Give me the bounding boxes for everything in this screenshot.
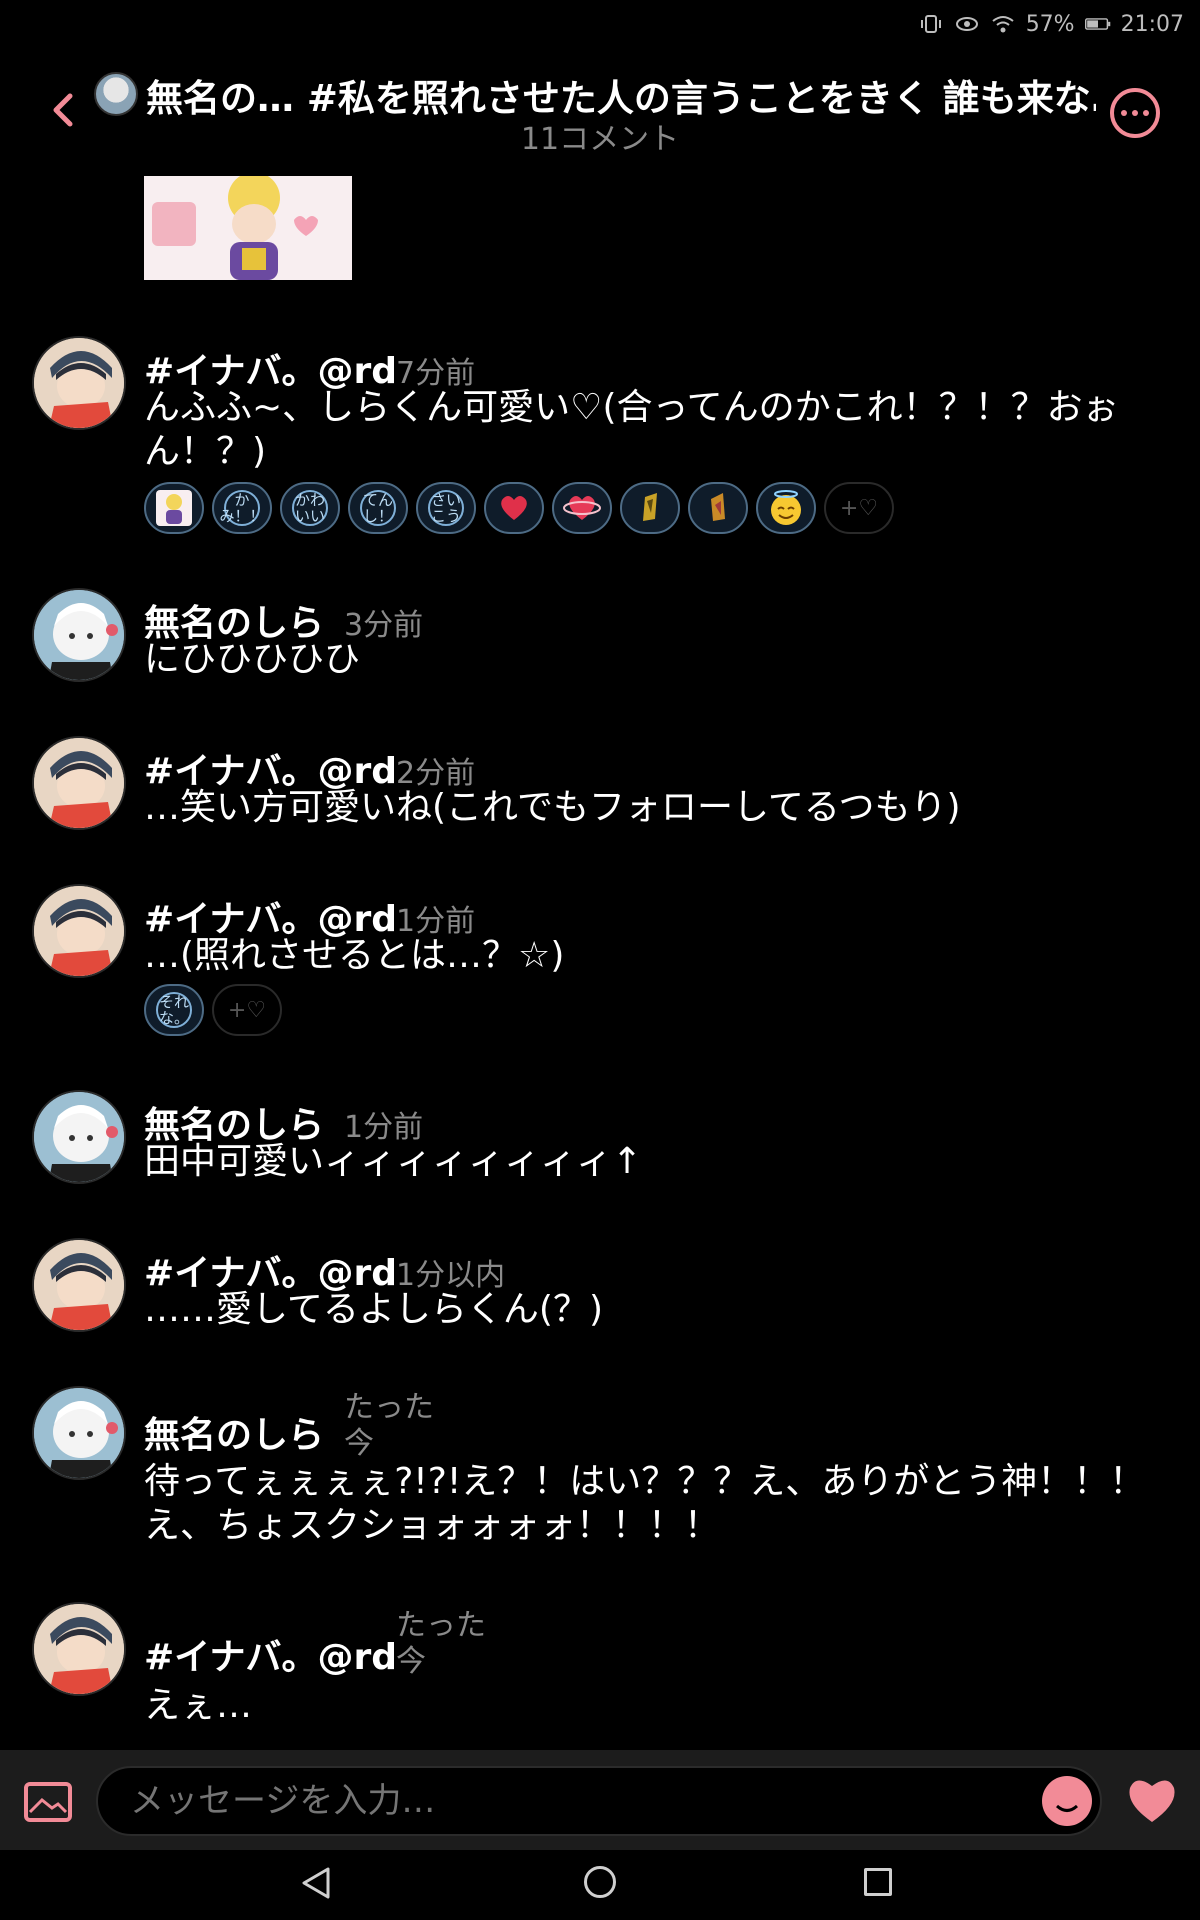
avatar[interactable] — [32, 884, 126, 978]
nav-recents-icon[interactable] — [864, 1868, 892, 1896]
avatar[interactable] — [32, 588, 126, 682]
reaction-kawaii[interactable]: かわいい — [280, 482, 340, 534]
vibrate-icon — [918, 13, 944, 35]
comment-author[interactable]: 無名のしら — [144, 1406, 324, 1458]
more-options-button[interactable] — [1110, 88, 1160, 138]
reaction-two-hearts[interactable] — [484, 482, 544, 534]
like-heart-button[interactable] — [1124, 1774, 1180, 1826]
image-attach-button[interactable] — [24, 1782, 72, 1822]
add-reaction-button[interactable]: +♡ — [824, 482, 894, 534]
avatar[interactable] — [32, 736, 126, 830]
avatar[interactable] — [32, 336, 126, 430]
comment-time: たった今 — [344, 1390, 434, 1461]
comment-text: んふふ~、しらくん可愛い♡(合ってんのかこれ！？！？おぉん！？) — [144, 387, 1119, 472]
message-input-bar — [0, 1750, 1200, 1850]
message-input[interactable] — [96, 1766, 1102, 1836]
chat-header: 無名の… #私を照れさせた人の言うことをきく 誰も来な… 11コメント — [0, 60, 1200, 160]
add-reaction-button[interactable]: +♡ — [212, 984, 282, 1036]
comment-text: 田中可愛いィィィィィィィィ↑ — [144, 1141, 643, 1182]
comment-text: 待ってぇぇぇぇ?!?!え？！はい？？？え、ありがとう神！！！え、ちょスクショォォ… — [144, 1461, 1146, 1546]
chat-avatar[interactable] — [94, 72, 138, 116]
comment-text: …(照れさせるとは…？☆) — [144, 935, 565, 976]
nav-home-icon[interactable] — [584, 1866, 616, 1898]
comment-author[interactable]: #イナバ。@rd — [144, 1628, 397, 1680]
reaction-kami[interactable]: かみ！！ — [212, 482, 272, 534]
avatar[interactable] — [32, 1238, 126, 1332]
reaction-list: かみ！！ かわいい てんし！ さいこう +♡ — [144, 482, 894, 534]
status-bar: 57% 21:07 — [0, 0, 1200, 48]
reaction-gold-sticker[interactable] — [688, 482, 748, 534]
reaction-list: それな。 +♡ — [144, 984, 282, 1036]
system-nav-bar — [0, 1852, 1200, 1920]
reaction-saikou[interactable]: さいこう — [416, 482, 476, 534]
reaction-heart-ribbon[interactable] — [552, 482, 612, 534]
comment-text: えぇ… — [144, 1685, 253, 1726]
nav-back-icon[interactable] — [300, 1866, 332, 1904]
comment-text: にひひひひひ — [144, 639, 361, 680]
reaction-gold-sticker[interactable] — [620, 482, 680, 534]
reaction-sticker[interactable] — [144, 482, 204, 534]
avatar[interactable] — [32, 1090, 126, 1184]
sticker-image[interactable] — [144, 176, 352, 280]
battery-percent: 57% — [1025, 11, 1075, 37]
comment-text: ……愛してるよしらくん(？) — [144, 1289, 604, 1330]
wifi-icon — [990, 13, 1016, 35]
reaction-sorena[interactable]: それな。 — [144, 984, 204, 1036]
emoji-button[interactable] — [1042, 1776, 1092, 1826]
reaction-angel-emoji[interactable] — [756, 482, 816, 534]
eye-icon — [954, 13, 980, 35]
battery-icon — [1084, 13, 1111, 35]
comment-text: …笑い方可愛いね(これでもフォローしてるつもり) — [144, 787, 961, 828]
avatar[interactable] — [32, 1386, 126, 1480]
comment-time: たった今 — [396, 1608, 486, 1679]
reaction-tenshi[interactable]: てんし！ — [348, 482, 408, 534]
clock: 21:07 — [1120, 11, 1184, 37]
avatar[interactable] — [32, 1602, 126, 1696]
comment-count: 11コメント — [520, 122, 680, 157]
